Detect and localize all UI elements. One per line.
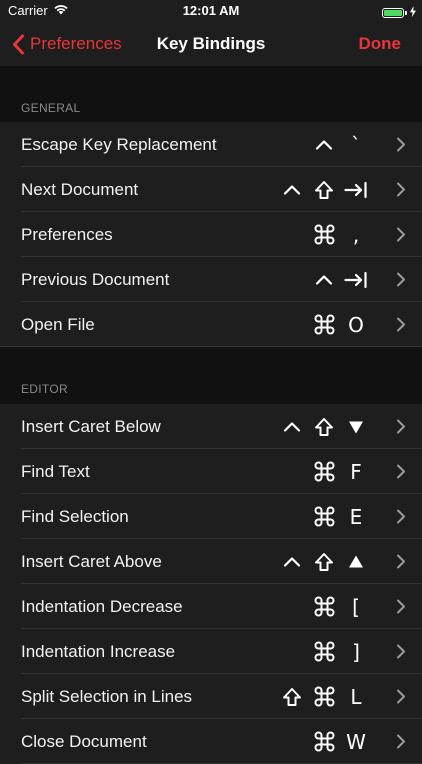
key-combination: L [276,674,372,719]
shift-icon [308,539,340,584]
binding-row-find-text[interactable]: Find Text F [0,449,422,494]
shift-icon [276,674,308,719]
key-character: ` [351,132,361,157]
key-combination: [ [308,584,372,629]
command-icon [308,302,340,347]
chevron-right-icon [396,137,406,152]
chevron-left-icon [13,34,24,54]
binding-label: Split Selection in Lines [21,687,193,706]
status-time: 12:01 AM [182,3,240,18]
control-icon [308,122,340,167]
chevron-right-icon [396,644,406,659]
binding-row-open-file[interactable]: Open File O [0,302,422,347]
command-icon [308,629,340,674]
binding-label: Indentation Increase [21,642,176,661]
chevron-right-icon [396,554,406,569]
key-combination [276,539,372,584]
chevron-right-icon [396,599,406,614]
shift-icon [308,404,340,449]
binding-label: Close Document [21,732,147,751]
binding-row-indentation-increase[interactable]: Indentation Increase ] [0,629,422,674]
binding-row-close-document[interactable]: Close Document W [0,719,422,764]
key-character: F [350,459,362,484]
back-button-label: Preferences [30,34,122,53]
binding-row-find-selection[interactable]: Find Selection E [0,494,422,539]
charging-icon [410,4,416,22]
binding-label: Previous Document [21,270,170,289]
binding-row-indentation-decrease[interactable]: Indentation Decrease [ [0,584,422,629]
done-button[interactable]: Done [359,22,402,66]
tab-icon [340,257,372,302]
chevron-right-icon [396,509,406,524]
binding-label: Escape Key Replacement [21,135,217,154]
arrow-down-icon [340,404,372,449]
key-combination: ` [308,122,372,167]
status-right [382,4,416,22]
command-icon [308,449,340,494]
arrow-up-icon [340,539,372,584]
binding-label: Next Document [21,180,139,199]
binding-row-split-selection-in-lines[interactable]: Split Selection in Lines L [0,674,422,719]
shift-icon [308,167,340,212]
control-icon [276,539,308,584]
chevron-right-icon [396,317,406,332]
battery-icon [382,8,404,18]
key-combination: W [308,719,372,764]
binding-label: Indentation Decrease [21,597,183,616]
tab-icon [340,167,372,212]
key-character: O [348,312,364,337]
control-icon [276,404,308,449]
key-combination: ] [308,629,372,674]
command-icon [308,674,340,719]
chevron-right-icon [396,419,406,434]
key-bindings-list: GENERAL Escape Key Replacement ` Next Do… [0,66,422,764]
binding-label: Preferences [21,225,113,244]
key-combination [276,167,372,212]
control-icon [276,167,308,212]
binding-row-escape-key-replacement[interactable]: Escape Key Replacement ` [0,122,422,167]
key-character: , [352,222,360,247]
section-editor: Insert Caret Below Find Text F Find Sele… [0,404,422,764]
command-icon [308,584,340,629]
battery-cap [405,11,407,15]
status-bar: Carrier 12:01 AM [0,0,422,22]
key-combination [276,404,372,449]
back-button[interactable]: Preferences [12,22,122,66]
binding-label: Open File [21,315,95,334]
chevron-right-icon [396,272,406,287]
binding-label: Find Text [21,462,90,481]
binding-row-insert-caret-below[interactable]: Insert Caret Below [0,404,422,449]
section-general: Escape Key Replacement ` Next Document P… [0,122,422,347]
key-combination: F [308,449,372,494]
command-icon [308,212,340,257]
section-header-editor: EDITOR [21,382,68,396]
battery-level [384,10,402,16]
navigation-bar: Preferences Key Bindings Done [0,22,422,66]
binding-label: Insert Caret Below [21,417,161,436]
key-combination: O [308,302,372,347]
section-header-general: GENERAL [21,101,81,115]
chevron-right-icon [396,689,406,704]
command-icon [308,494,340,539]
chevron-right-icon [396,182,406,197]
binding-row-preferences[interactable]: Preferences , [0,212,422,257]
key-character: L [350,684,362,709]
binding-label: Insert Caret Above [21,552,162,571]
key-combination: E [308,494,372,539]
key-character: [ [352,594,360,619]
binding-row-next-document[interactable]: Next Document [0,167,422,212]
control-icon [308,257,340,302]
binding-row-previous-document[interactable]: Previous Document [0,257,422,302]
command-icon [308,719,340,764]
key-combination: , [308,212,372,257]
key-character: W [346,729,366,754]
key-character: ] [352,639,360,664]
key-character: E [349,504,363,529]
chevron-right-icon [396,464,406,479]
chevron-right-icon [396,227,406,242]
binding-row-insert-caret-above[interactable]: Insert Caret Above [0,539,422,584]
key-combination [308,257,372,302]
chevron-right-icon [396,734,406,749]
binding-label: Find Selection [21,507,129,526]
